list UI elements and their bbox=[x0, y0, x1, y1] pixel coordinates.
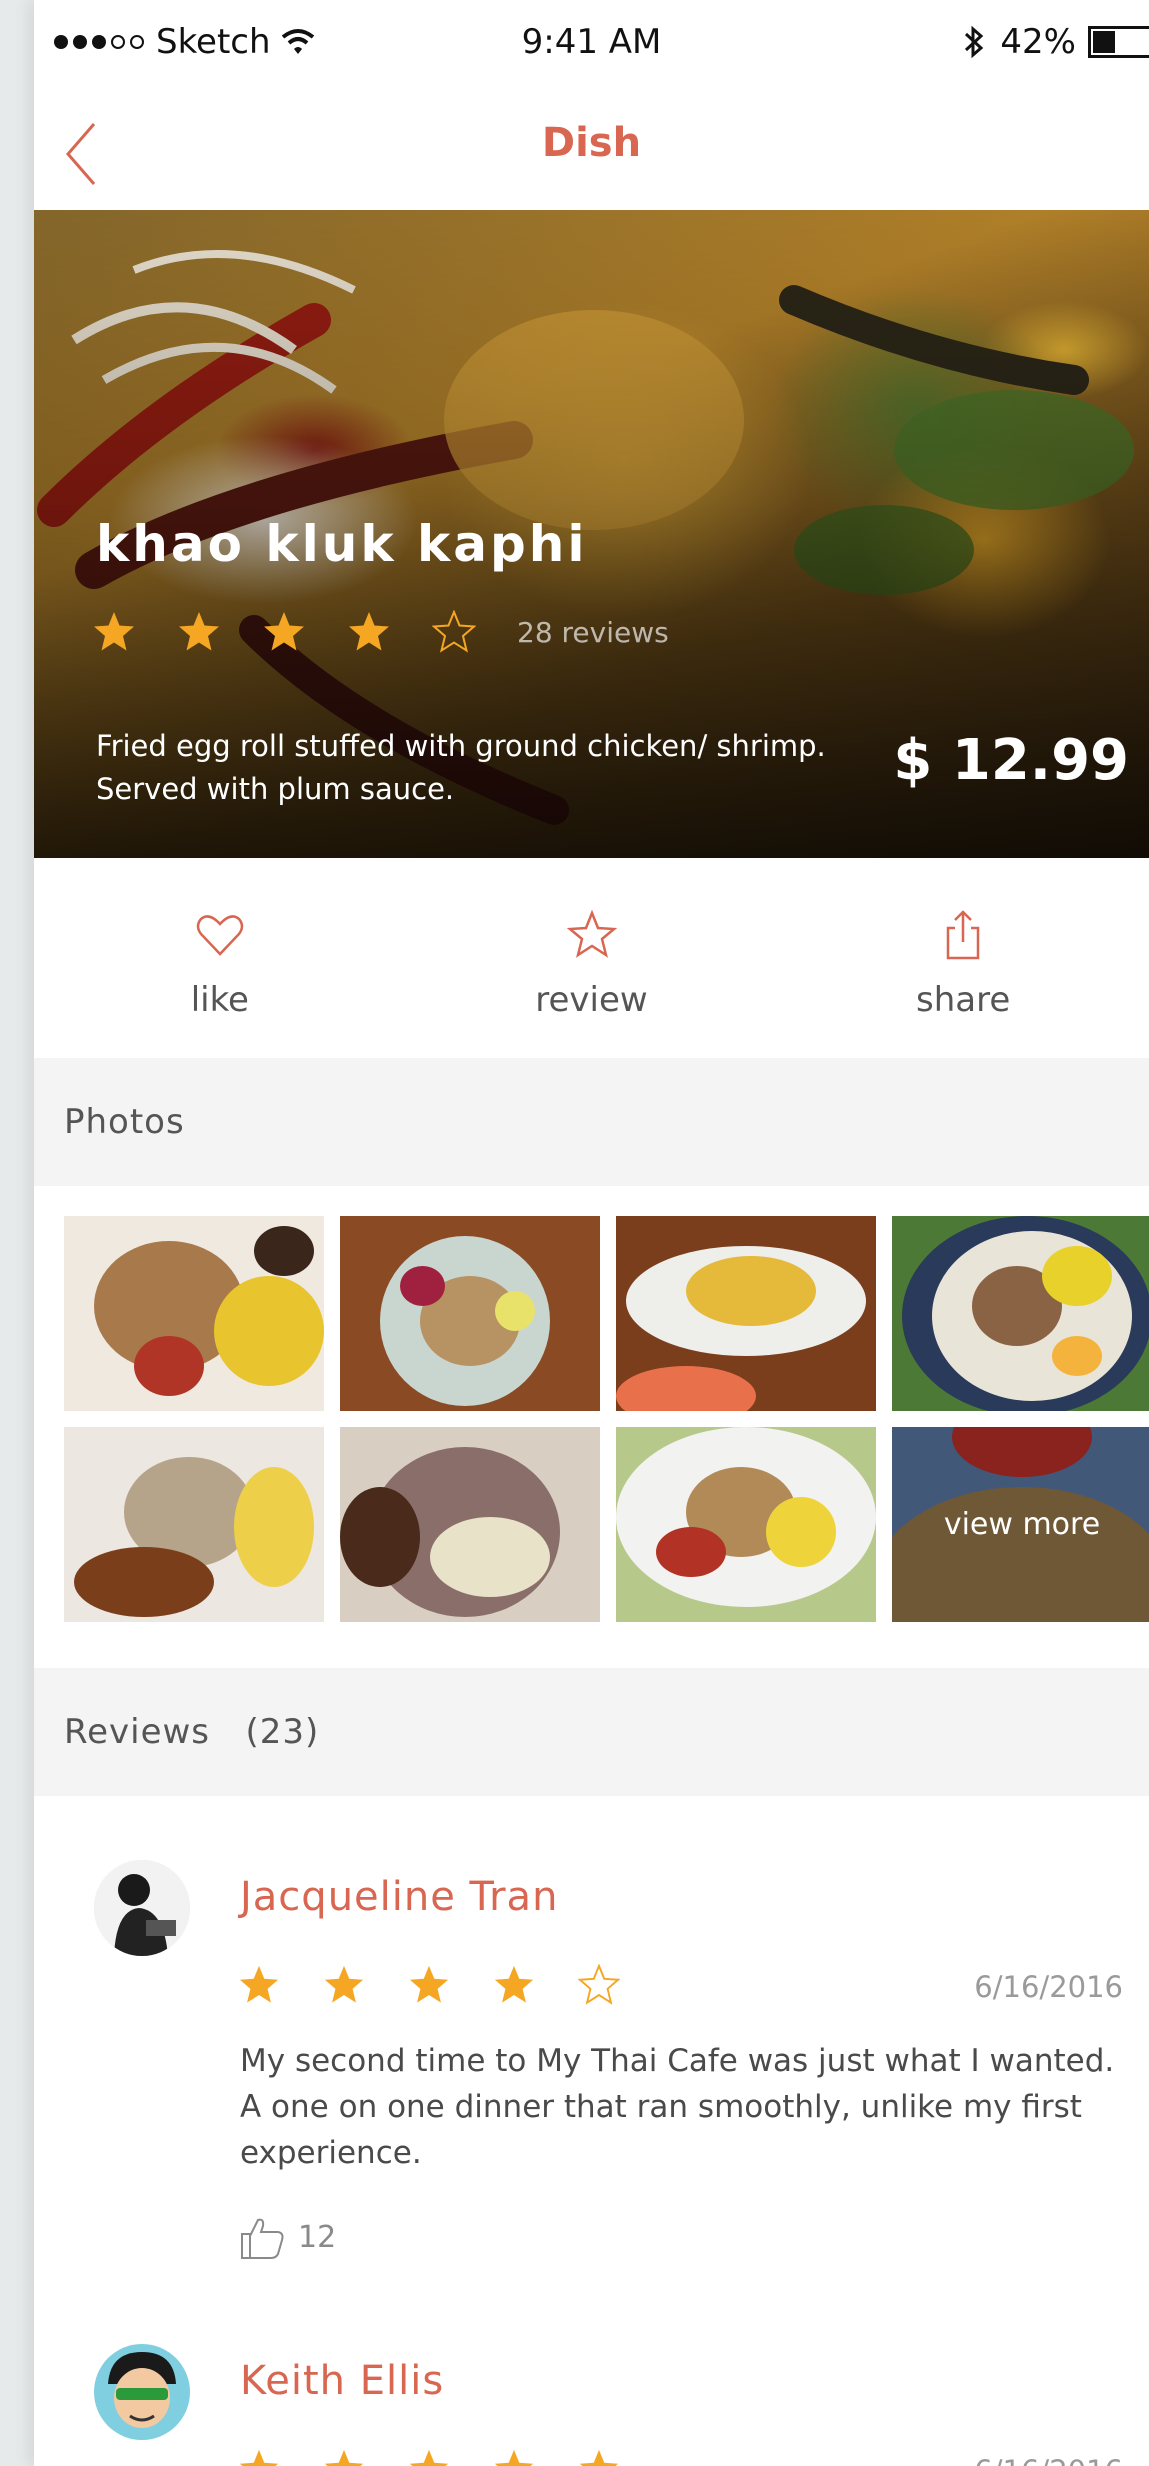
heart-icon bbox=[196, 915, 244, 956]
dish-name: khao kluk kaphi bbox=[96, 515, 588, 573]
reviewer-name[interactable]: Jacqueline Tran bbox=[240, 1874, 558, 1920]
review-like-count: 12 bbox=[298, 2219, 337, 2255]
star-filled-icon bbox=[239, 1965, 279, 2003]
star-filled-icon bbox=[494, 2449, 534, 2466]
reviews-title: Reviews (23) bbox=[64, 1712, 320, 1752]
share-label: share bbox=[916, 980, 1011, 1020]
photos-section-header: Photos bbox=[34, 1058, 1149, 1186]
phone-screen: Sketch 9:41 AM 42% Dish khao kluk kaphi … bbox=[34, 0, 1149, 2466]
dish-hero: khao kluk kaphi 28 reviews Fried egg rol… bbox=[34, 210, 1149, 858]
nav-bar: Dish bbox=[34, 92, 1149, 210]
review-button[interactable]: review bbox=[406, 858, 778, 1058]
photo-thumbnail[interactable] bbox=[340, 1216, 600, 1411]
reviewer-name[interactable]: Keith Ellis bbox=[240, 2358, 444, 2404]
review-date: 6/16/2016 bbox=[974, 2454, 1123, 2466]
avatar[interactable] bbox=[94, 2344, 190, 2440]
view-more-label: view more bbox=[892, 1427, 1149, 1622]
star-filled-icon bbox=[94, 612, 134, 651]
thumbs-up-icon bbox=[241, 2218, 284, 2259]
photo-thumbnail[interactable] bbox=[340, 1427, 600, 1622]
review-item: Keith Ellis 6/16/2016 bbox=[34, 2276, 1149, 2466]
battery-percent: 42% bbox=[1000, 22, 1076, 62]
star-filled-icon bbox=[264, 612, 304, 651]
like-button[interactable]: like bbox=[34, 858, 406, 1058]
star-empty-icon bbox=[578, 1964, 620, 2005]
star-filled-icon bbox=[324, 2449, 364, 2466]
review-item: Jacqueline Tran 6/16/2016 My second time… bbox=[34, 1796, 1149, 2276]
photo-thumbnail[interactable] bbox=[892, 1216, 1149, 1411]
review-text: My second time to My Thai Cafe was just … bbox=[240, 2043, 1115, 2171]
like-label: like bbox=[190, 980, 249, 1020]
star-filled-icon bbox=[409, 2449, 449, 2466]
dish-description: Fried egg roll stuffed with ground chick… bbox=[96, 729, 826, 806]
star-outline-icon bbox=[566, 909, 617, 958]
share-button[interactable]: share bbox=[777, 858, 1149, 1058]
view-more-photos[interactable]: view more bbox=[892, 1427, 1149, 1622]
photo-thumbnail[interactable] bbox=[616, 1427, 876, 1622]
star-filled-icon bbox=[324, 1965, 364, 2003]
star-filled-icon bbox=[494, 1965, 534, 2003]
photo-thumbnail[interactable] bbox=[616, 1216, 876, 1411]
page-title: Dish bbox=[541, 120, 642, 166]
photo-thumbnail[interactable] bbox=[64, 1427, 324, 1622]
star-filled-icon bbox=[409, 1965, 449, 2003]
status-bar: Sketch 9:41 AM 42% bbox=[34, 0, 1149, 92]
reviews-section-header: Reviews (23) bbox=[34, 1668, 1149, 1796]
battery-icon bbox=[1088, 26, 1149, 58]
action-bar: like review share bbox=[34, 858, 1149, 1058]
dish-rating: 28 reviews bbox=[92, 610, 669, 654]
review-date: 6/16/2016 bbox=[974, 1970, 1123, 2004]
star-empty-icon bbox=[432, 610, 476, 653]
share-icon bbox=[946, 910, 980, 960]
review-rating bbox=[238, 1964, 663, 2006]
star-filled-icon bbox=[239, 2449, 279, 2466]
review-rating bbox=[238, 2448, 663, 2466]
review-label: review bbox=[535, 980, 648, 1020]
star-filled-icon bbox=[179, 612, 219, 651]
dish-price: $ 12.99 bbox=[893, 728, 1129, 793]
review-like-button[interactable]: 12 bbox=[238, 2214, 336, 2260]
photos-title: Photos bbox=[64, 1102, 185, 1142]
photo-thumbnail[interactable] bbox=[64, 1216, 324, 1411]
bluetooth-icon bbox=[965, 25, 984, 59]
reviews-count[interactable]: 28 reviews bbox=[517, 616, 669, 649]
star-filled-icon bbox=[349, 612, 389, 651]
avatar[interactable] bbox=[94, 1860, 190, 1956]
status-right: 42% bbox=[962, 22, 1149, 62]
star-filled-icon bbox=[579, 2449, 619, 2466]
